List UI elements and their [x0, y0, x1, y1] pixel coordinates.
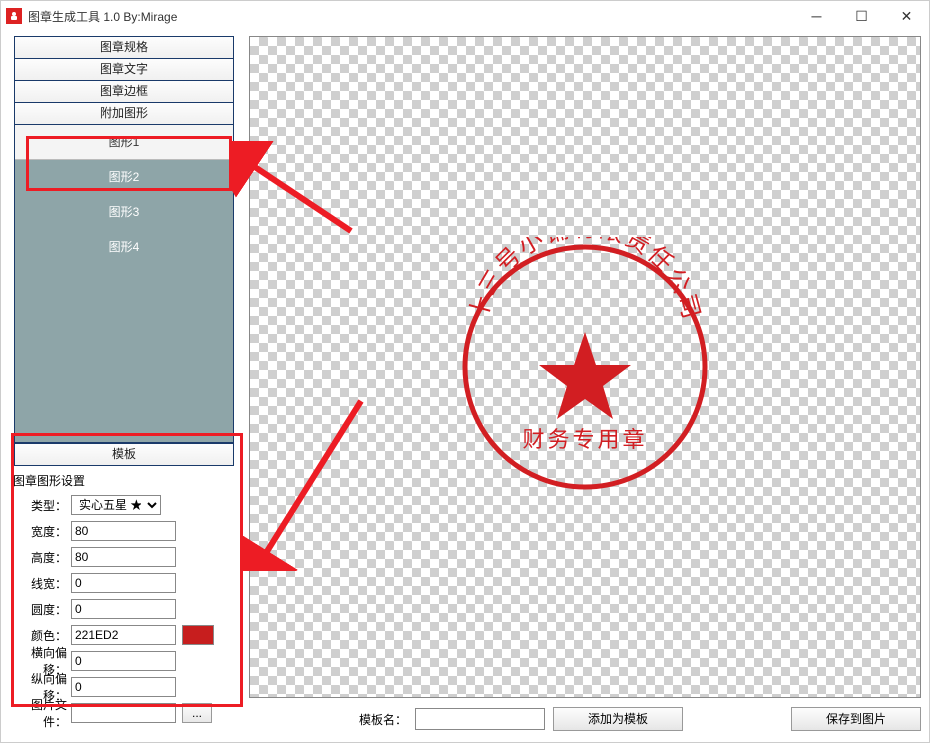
type-select[interactable]: 实心五星 ★	[71, 495, 161, 515]
width-label: 宽度：	[13, 523, 71, 540]
color-label: 颜色：	[13, 627, 71, 644]
settings-title: 图章图形设置	[13, 472, 235, 489]
canvas: 十三号小铺有限责任公司 财务专用章	[249, 36, 921, 698]
shape-item-2[interactable]: 图形2	[15, 160, 233, 195]
bottom-bar: 模板名： 添加为模板 保存到图片	[249, 704, 921, 734]
color-input[interactable]	[71, 625, 176, 645]
color-swatch[interactable]	[182, 625, 214, 645]
height-input[interactable]	[71, 547, 176, 567]
nav-spec[interactable]: 图章规格	[14, 36, 234, 59]
settings-panel: 图章图形设置 类型： 实心五星 ★ 宽度： 高度： 线宽：	[9, 466, 239, 734]
sidebar: 图章规格 图章文字 图章边框 附加图形 图形1 图形2 图形3 图形4 模板 图…	[9, 36, 239, 734]
linew-label: 线宽：	[13, 575, 71, 592]
nav-extra[interactable]: 附加图形	[14, 102, 234, 125]
add-template-button[interactable]: 添加为模板	[553, 707, 683, 731]
nav-template[interactable]: 模板	[14, 443, 234, 466]
minimize-button[interactable]: ─	[794, 1, 839, 31]
round-input[interactable]	[71, 599, 176, 619]
save-image-button[interactable]: 保存到图片	[791, 707, 921, 731]
app-icon	[6, 8, 22, 24]
titlebar: 图章生成工具 1.0 By:Mirage ─ ☐ ✕	[1, 1, 929, 31]
linew-input[interactable]	[71, 573, 176, 593]
browse-button[interactable]: ...	[182, 703, 212, 723]
width-input[interactable]	[71, 521, 176, 541]
star-icon	[539, 332, 631, 419]
voff-input[interactable]	[71, 677, 176, 697]
maximize-button[interactable]: ☐	[839, 1, 884, 31]
shapes-panel: 图形1 图形2 图形3 图形4	[14, 124, 234, 443]
file-input[interactable]	[71, 703, 176, 723]
hoff-input[interactable]	[71, 651, 176, 671]
svg-text:十三号小铺有限责任公司: 十三号小铺有限责任公司	[465, 237, 705, 323]
file-label: 图片文件：	[13, 696, 71, 730]
close-button[interactable]: ✕	[884, 1, 929, 31]
template-name-input[interactable]	[415, 708, 545, 730]
type-label: 类型：	[13, 497, 71, 514]
nav-border[interactable]: 图章边框	[14, 80, 234, 103]
svg-text:财务专用章: 财务专用章	[522, 427, 647, 452]
nav-text[interactable]: 图章文字	[14, 58, 234, 81]
round-label: 圆度：	[13, 601, 71, 618]
shape-item-3[interactable]: 图形3	[15, 195, 233, 230]
template-name-label: 模板名：	[359, 711, 407, 728]
shape-item-4[interactable]: 图形4	[15, 230, 233, 265]
height-label: 高度：	[13, 549, 71, 566]
window-title: 图章生成工具 1.0 By:Mirage	[28, 8, 177, 25]
stamp-preview: 十三号小铺有限责任公司 财务专用章	[455, 237, 715, 497]
shape-item-1[interactable]: 图形1	[15, 125, 233, 160]
